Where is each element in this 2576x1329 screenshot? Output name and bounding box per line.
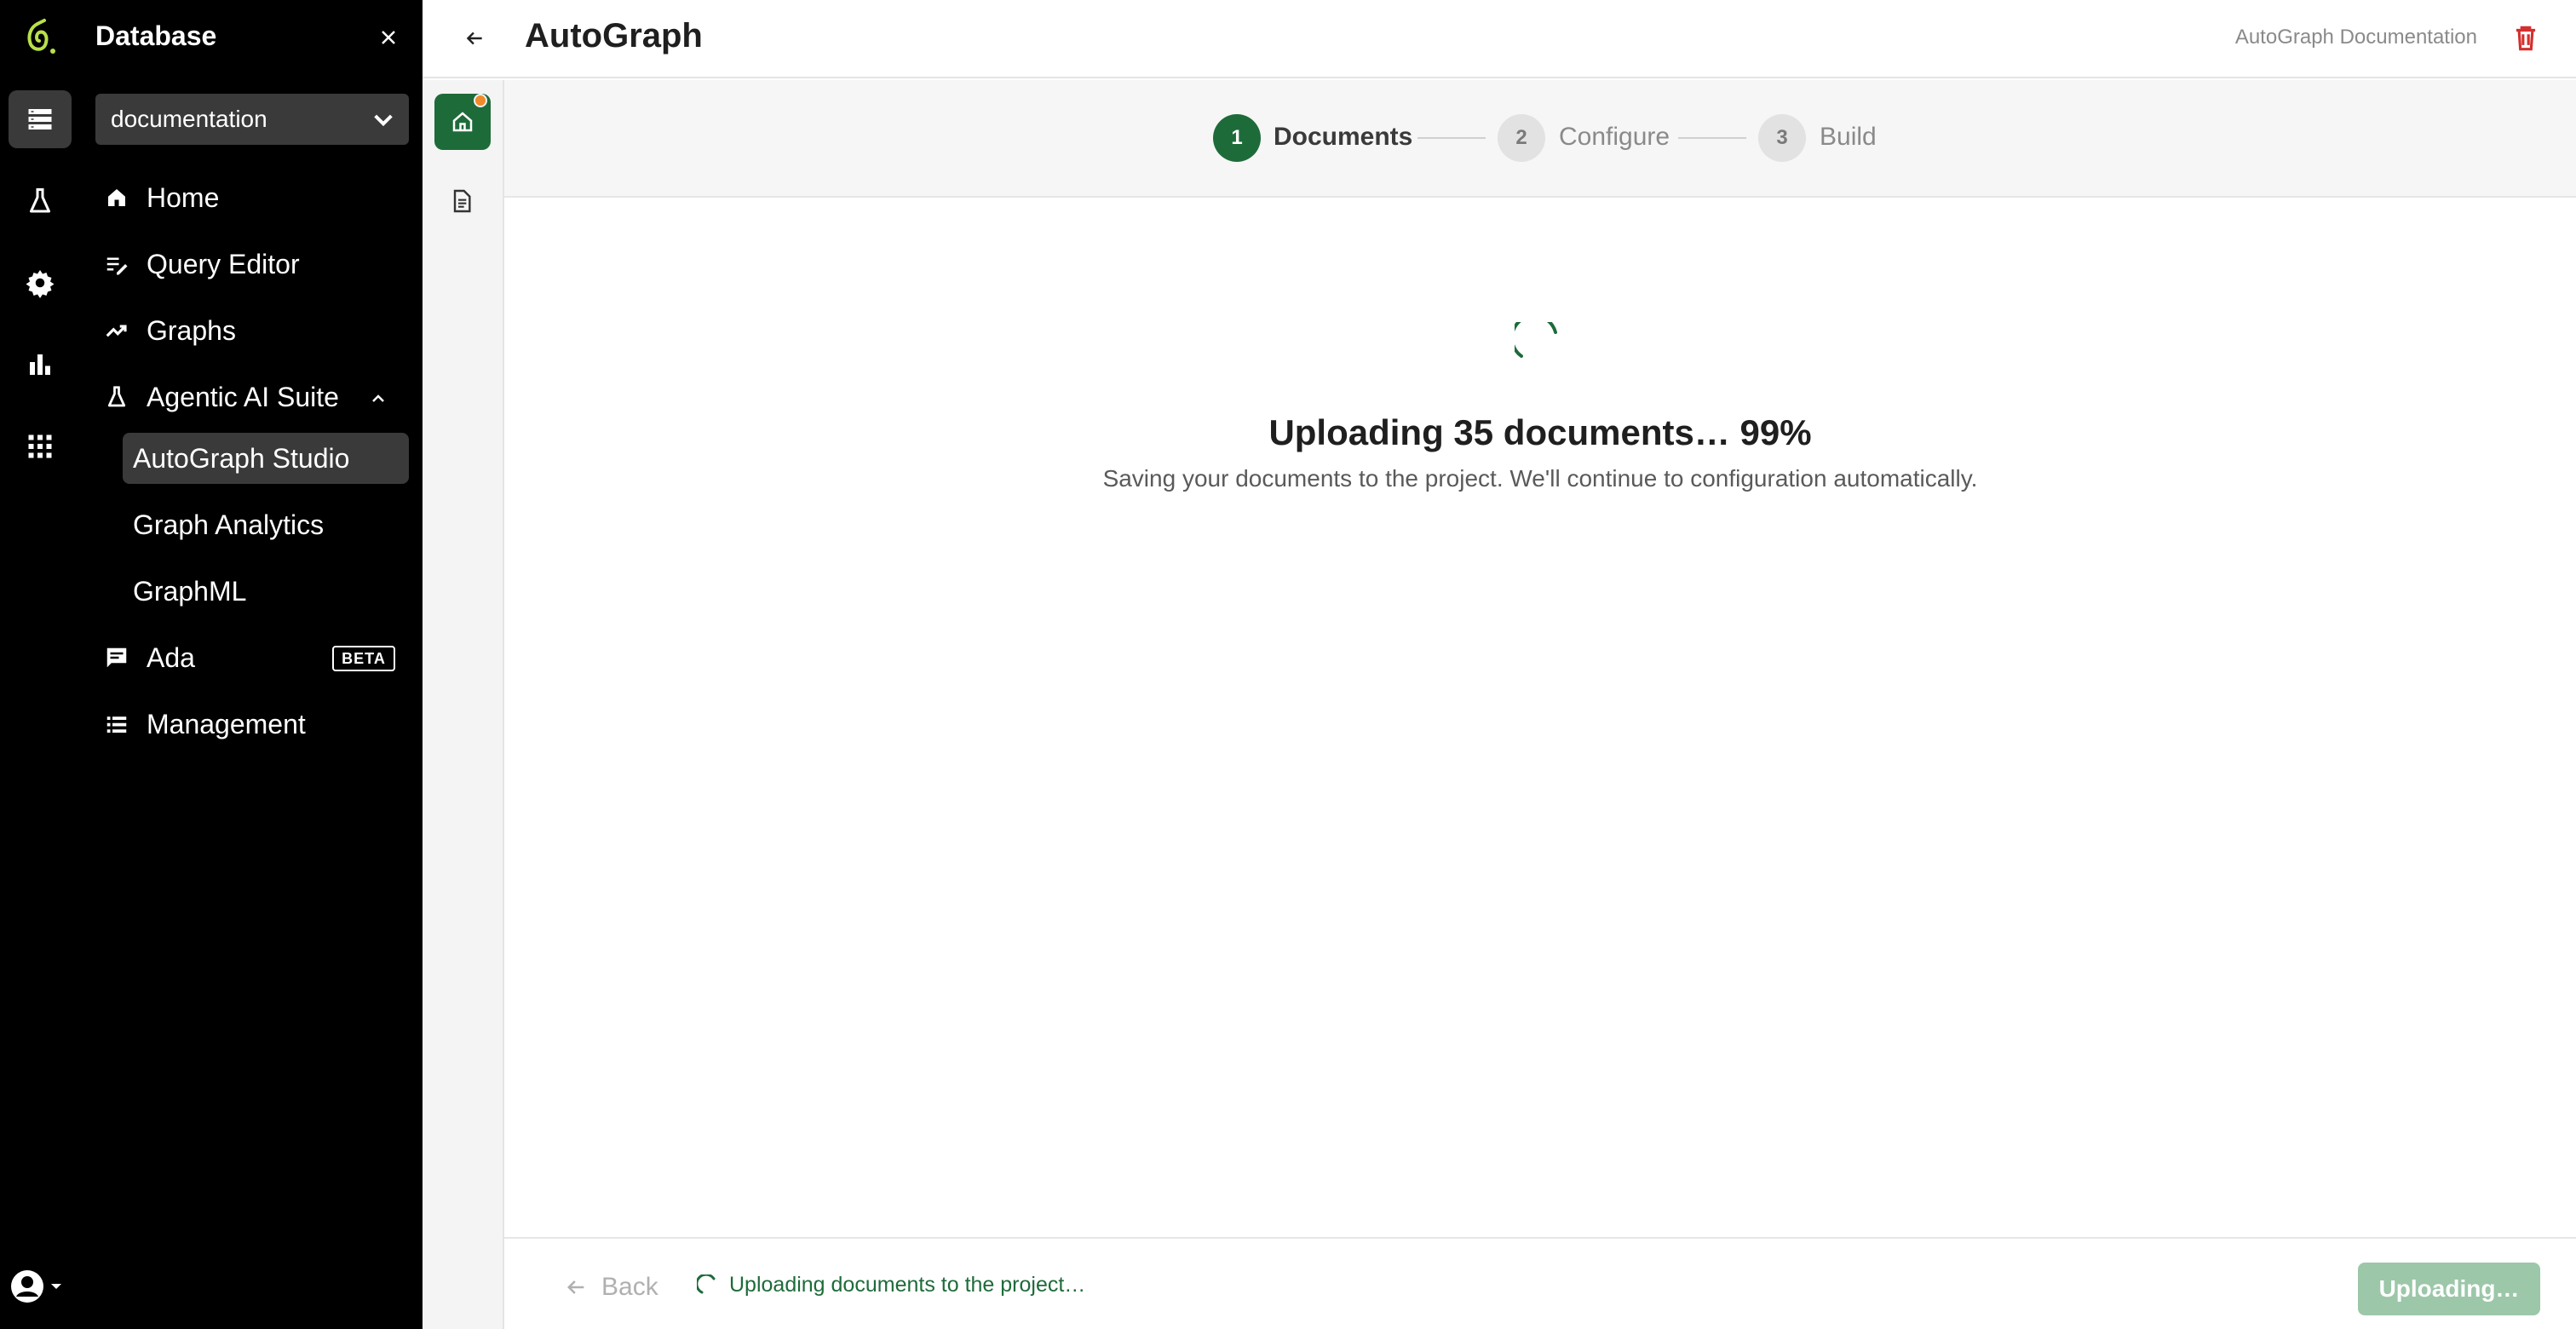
back-button-label: Back xyxy=(601,1273,658,1301)
list-icon xyxy=(104,711,129,737)
gear-rail-icon[interactable] xyxy=(9,254,72,312)
wizard-footer: Back Uploading documents to the project…… xyxy=(504,1237,2576,1329)
step-3-label: Build xyxy=(1820,123,1877,151)
sidebar-subitem-autograph-studio[interactable]: AutoGraph Studio xyxy=(123,433,409,484)
user-avatar-icon xyxy=(11,1270,43,1303)
user-menu[interactable] xyxy=(10,1264,72,1309)
home-icon xyxy=(104,185,129,210)
upload-status: Uploading documents to the project… xyxy=(697,1273,1085,1297)
sidebar-title: Database xyxy=(95,20,217,51)
sidebar-item-query-editor[interactable]: Query Editor xyxy=(104,240,300,288)
arrow-left-icon xyxy=(567,1280,584,1294)
home-outline-icon xyxy=(452,112,473,132)
header-back-button[interactable] xyxy=(457,20,492,56)
sidebar-item-label: Management xyxy=(147,708,306,739)
database-select-value: documentation xyxy=(111,106,267,132)
beta-badge: BETA xyxy=(332,646,395,671)
trending-up-icon xyxy=(104,318,129,343)
step-3-circle: 3 xyxy=(1758,114,1806,162)
page-title: AutoGraph xyxy=(525,17,703,55)
sidebar-item-label: Query Editor xyxy=(147,248,300,279)
chat-icon xyxy=(104,645,129,670)
step-1-label: Documents xyxy=(1274,123,1413,151)
database-select[interactable]: documentation xyxy=(95,94,409,145)
icon-rail xyxy=(0,0,82,1329)
chevron-up-icon[interactable] xyxy=(368,388,388,409)
small-spinner-icon xyxy=(697,1274,716,1293)
sidebar-subitem-graphml[interactable]: GraphML xyxy=(123,566,409,617)
documents-button[interactable] xyxy=(443,182,480,220)
stepper: 1 Documents 2 Configure 3 Build xyxy=(504,80,2576,198)
trash-icon[interactable] xyxy=(2510,22,2542,55)
step-connector xyxy=(1678,137,1746,139)
sidebar: Database documentation Home Query Editor… xyxy=(82,0,423,1329)
upload-progress-title: Uploading 35 documents… 99% xyxy=(1268,412,1812,452)
sidebar-item-graphs[interactable]: Graphs xyxy=(104,307,236,354)
flask-icon xyxy=(104,384,129,410)
sidebar-subitem-graph-analytics[interactable]: Graph Analytics xyxy=(123,499,409,550)
step-connector xyxy=(1417,137,1486,139)
sidebar-item-management[interactable]: Management xyxy=(104,700,306,748)
upload-progress-subtitle: Saving your documents to the project. We… xyxy=(1102,465,1978,492)
upload-status-text: Uploading documents to the project… xyxy=(729,1273,1086,1297)
sidebar-item-label: Ada xyxy=(147,641,195,673)
caret-down-icon xyxy=(51,1284,61,1289)
step-2-circle: 2 xyxy=(1498,114,1545,162)
database-rail-icon[interactable] xyxy=(9,90,72,148)
loading-spinner-icon xyxy=(1515,322,1557,358)
uploading-button[interactable]: Uploading… xyxy=(2358,1263,2540,1315)
step-2-label: Configure xyxy=(1559,123,1670,151)
project-rail xyxy=(423,80,504,1329)
close-icon xyxy=(382,31,395,44)
notification-dot xyxy=(474,94,487,107)
arrow-left-icon xyxy=(466,32,482,45)
sidebar-item-ada[interactable]: Ada xyxy=(104,634,195,682)
back-button[interactable]: Back xyxy=(564,1273,658,1302)
document-icon xyxy=(453,189,471,213)
page-header: AutoGraph AutoGraph Documentation xyxy=(423,0,2576,78)
documentation-link[interactable]: AutoGraph Documentation xyxy=(2235,26,2477,49)
chevron-down-icon xyxy=(374,114,393,127)
step-1-circle: 1 xyxy=(1213,114,1261,162)
app-logo-icon[interactable] xyxy=(19,15,63,60)
apps-grid-rail-icon[interactable] xyxy=(9,417,72,475)
edit-note-icon xyxy=(104,251,129,277)
close-sidebar-button[interactable] xyxy=(368,17,409,58)
sidebar-item-label: Home xyxy=(147,181,220,213)
flask-rail-icon[interactable] xyxy=(9,172,72,230)
sidebar-item-label: Graphs xyxy=(147,314,236,346)
sidebar-item-agentic-ai-suite[interactable]: Agentic AI Suite xyxy=(104,373,339,421)
bar-chart-rail-icon[interactable] xyxy=(9,336,72,394)
sidebar-item-label: Agentic AI Suite xyxy=(147,381,339,412)
sidebar-item-home[interactable]: Home xyxy=(104,174,219,222)
